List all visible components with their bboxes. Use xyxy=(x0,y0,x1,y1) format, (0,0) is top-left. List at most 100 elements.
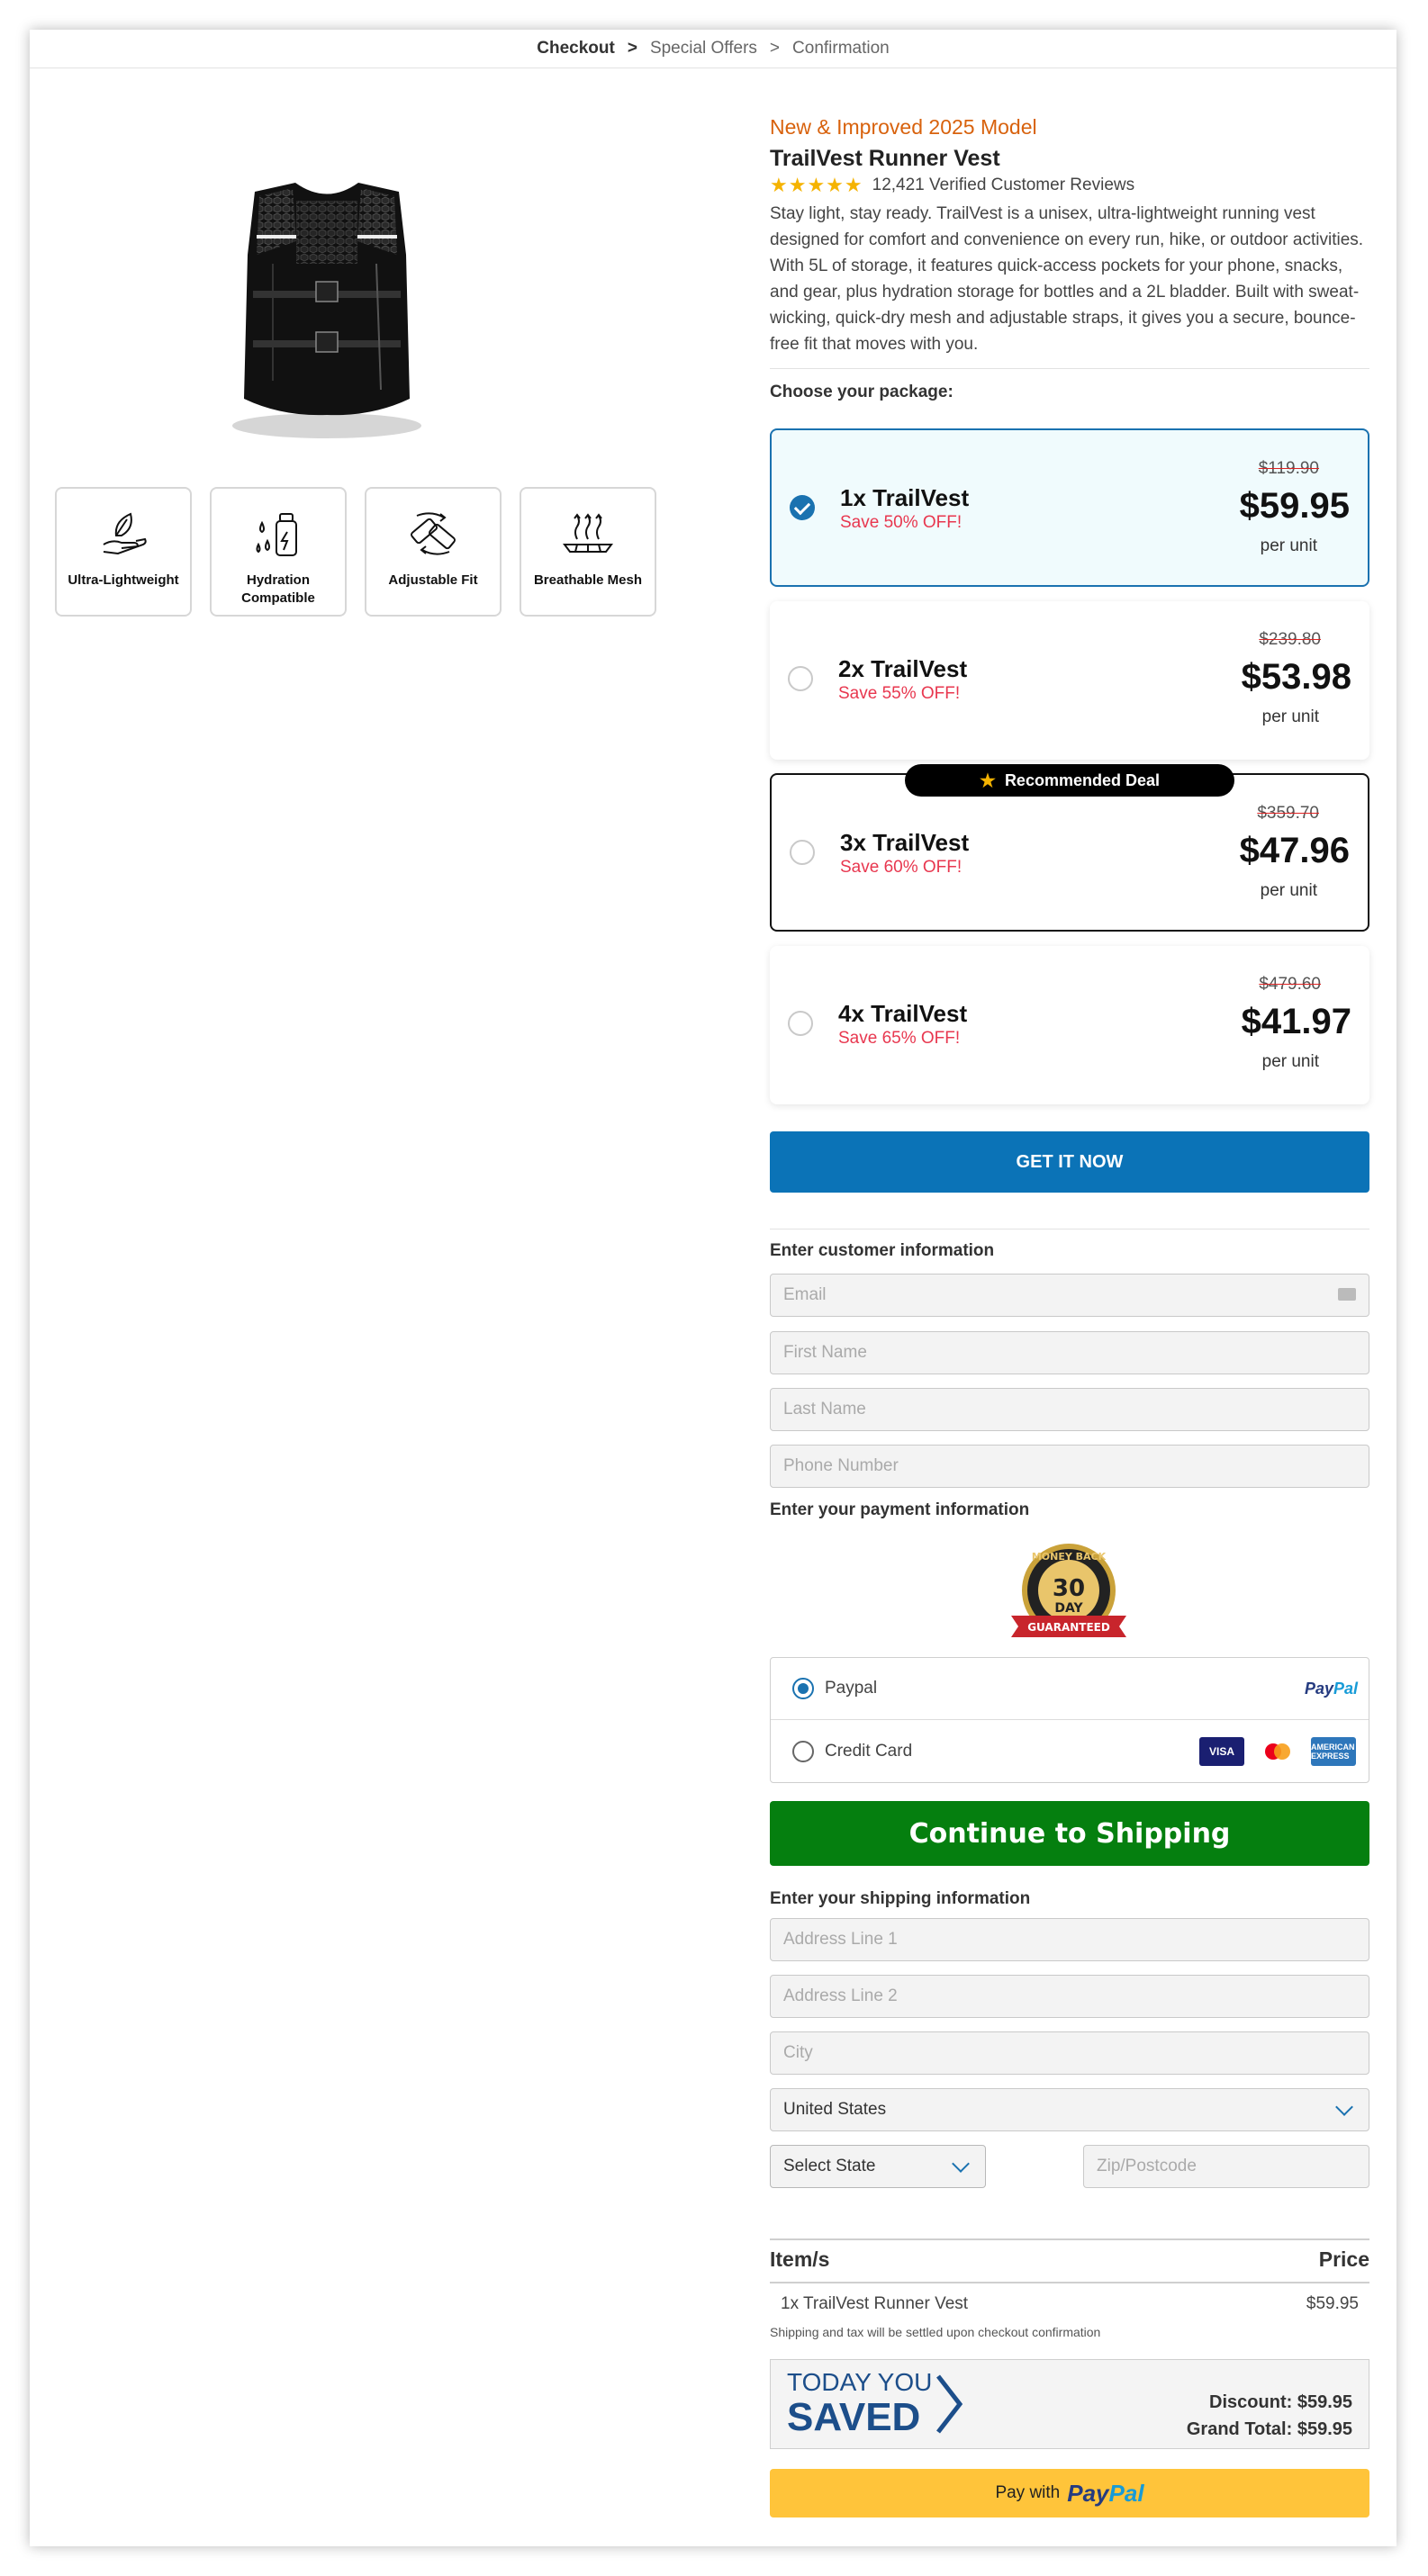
choose-package-label: Choose your package: xyxy=(770,383,954,401)
package-discount: Save 55% OFF! xyxy=(838,684,961,703)
feature-adjustable-fit: Adjustable Fit xyxy=(365,487,502,617)
today-you-label: TODAY YOU xyxy=(787,2368,933,2396)
credit-card-label: Credit Card xyxy=(825,1742,913,1761)
city-field[interactable]: City xyxy=(770,2031,1369,2075)
paypal-label: Paypal xyxy=(825,1679,878,1698)
amex-icon: AMERICAN EXPRESS xyxy=(1311,1737,1356,1766)
package-option-1x[interactable]: 1x TrailVest Save 50% OFF! $119.90 $59.9… xyxy=(770,428,1369,587)
package-option-3x[interactable]: ★ Recommended Deal 3x TrailVest Save 60%… xyxy=(770,764,1369,932)
breadcrumb: Checkout > Special Offers > Confirmation xyxy=(30,30,1396,68)
payment-info-heading: Enter your payment information xyxy=(770,1500,1030,1519)
package-discount: Save 65% OFF! xyxy=(838,1029,961,1048)
line-item-price: $59.95 xyxy=(1306,2294,1359,2313)
credit-card-radio[interactable] xyxy=(792,1741,814,1762)
product-image xyxy=(232,183,421,438)
product-title: TrailVest Runner Vest xyxy=(770,146,1000,171)
email-field[interactable]: Email xyxy=(770,1274,1369,1317)
product-description: Stay light, stay ready. TrailVest is a u… xyxy=(770,204,1364,354)
paypal-logo-pal: Pal xyxy=(1108,2479,1144,2507)
package-old-price: $239.80 xyxy=(1259,630,1321,649)
email-placeholder: Email xyxy=(783,1285,827,1304)
breadcrumb-special-offers[interactable]: Special Offers xyxy=(650,39,757,59)
package-discount: Save 60% OFF! xyxy=(840,858,963,877)
pay-with-label: Pay with xyxy=(995,2483,1061,2502)
items-column-header: Item/s xyxy=(770,2247,830,2271)
package-name: 1x TrailVest xyxy=(840,484,970,511)
paypal-logo-icon: PayPal xyxy=(1067,2480,1143,2508)
paypal-logo-pal: Pal xyxy=(1333,1679,1358,1698)
country-select[interactable]: United States xyxy=(770,2088,1369,2131)
package-per-unit: per unit xyxy=(1261,707,1319,726)
shipping-info-heading: Enter your shipping information xyxy=(770,1889,1031,1908)
card-logos: VISA AMERICAN EXPRESS xyxy=(1199,1737,1356,1766)
feature-label: Hydration Compatible xyxy=(241,572,315,606)
customer-info-heading: Enter customer information xyxy=(770,1241,995,1260)
mastercard-icon xyxy=(1255,1737,1300,1766)
address-line-1-placeholder: Address Line 1 xyxy=(783,1930,898,1949)
package-name: 4x TrailVest xyxy=(838,1000,968,1027)
grand-total: Grand Total: $59.95 xyxy=(1186,2419,1352,2439)
phone-field[interactable]: Phone Number xyxy=(770,1445,1369,1488)
payment-method-box: Paypal PayPal Credit Card VISA AMERICAN … xyxy=(770,1657,1369,1783)
feature-label: Adjustable Fit xyxy=(388,572,478,588)
get-it-now-button[interactable]: GET IT NOW xyxy=(770,1131,1369,1193)
package-radio[interactable] xyxy=(790,840,815,865)
address-line-1-field[interactable]: Address Line 1 xyxy=(770,1918,1369,1961)
zip-placeholder: Zip/Postcode xyxy=(1097,2157,1197,2175)
recommended-deal-badge: ★ Recommended Deal xyxy=(905,764,1234,797)
divider xyxy=(770,2282,1369,2283)
feature-list: Ultra-Lightweight Hydration Compatible A… xyxy=(55,487,656,617)
last-name-field[interactable]: Last Name xyxy=(770,1388,1369,1431)
rating-stars-icon: ★★★★★ xyxy=(770,174,863,196)
chevron-down-icon xyxy=(952,2155,970,2173)
water-bottle-icon xyxy=(256,513,297,556)
savings-summary: TODAY YOU SAVED Discount: $59.95 Grand T… xyxy=(770,2359,1369,2449)
pay-with-paypal-button[interactable]: Pay with PayPal xyxy=(770,2469,1369,2517)
feature-label: Breathable Mesh xyxy=(533,572,643,588)
selected-check-icon[interactable] xyxy=(790,495,815,520)
divider xyxy=(770,2238,1369,2240)
package-name: 2x TrailVest xyxy=(838,655,968,682)
breadcrumb-separator: > xyxy=(627,39,637,58)
breathable-mesh-icon xyxy=(563,513,613,553)
package-price: $41.97 xyxy=(1241,1002,1351,1041)
payment-option-credit-card[interactable]: Credit Card VISA AMERICAN EXPRESS xyxy=(771,1721,1369,1782)
package-per-unit: per unit xyxy=(1261,1052,1319,1071)
continue-to-shipping-button[interactable]: Continue to Shipping xyxy=(770,1801,1369,1866)
line-item-name: 1x TrailVest Runner Vest xyxy=(781,2294,969,2313)
star-icon: ★ xyxy=(980,770,996,791)
package-price: $47.96 xyxy=(1239,831,1350,870)
badge-number: 30 xyxy=(1053,1575,1085,1602)
order-line-item: 1x TrailVest Runner Vest $59.95 xyxy=(781,2294,1359,2314)
badge-ribbon-text: GUARANTEED xyxy=(1027,1621,1110,1634)
last-name-placeholder: Last Name xyxy=(783,1400,866,1419)
adjust-straps-icon xyxy=(411,512,456,555)
envelope-icon xyxy=(1338,1288,1356,1301)
package-option-2x[interactable]: 2x TrailVest Save 55% OFF! $239.80 $53.9… xyxy=(770,601,1369,760)
state-value: Select State xyxy=(783,2157,876,2175)
package-radio[interactable] xyxy=(788,666,813,691)
divider xyxy=(770,368,1369,369)
badge-label: Recommended Deal xyxy=(1004,770,1160,789)
package-old-price: $359.70 xyxy=(1257,804,1319,823)
package-name: 3x TrailVest xyxy=(840,829,970,856)
breadcrumb-confirmation[interactable]: Confirmation xyxy=(792,39,890,59)
first-name-field[interactable]: First Name xyxy=(770,1331,1369,1374)
country-value: United States xyxy=(783,2100,887,2119)
product-rating: ★★★★★ 12,421 Verified Customer Reviews xyxy=(770,174,1134,197)
package-price: $53.98 xyxy=(1241,657,1351,697)
address-line-2-field[interactable]: Address Line 2 xyxy=(770,1975,1369,2018)
city-placeholder: City xyxy=(783,2043,813,2062)
package-radio[interactable] xyxy=(788,1011,813,1036)
package-price: $59.95 xyxy=(1239,486,1350,526)
package-per-unit: per unit xyxy=(1260,536,1317,555)
package-per-unit: per unit xyxy=(1260,881,1317,900)
zip-field[interactable]: Zip/Postcode xyxy=(1083,2145,1369,2188)
package-option-4x[interactable]: 4x TrailVest Save 65% OFF! $479.60 $41.9… xyxy=(770,946,1369,1104)
payment-option-paypal[interactable]: Paypal PayPal xyxy=(771,1658,1369,1720)
paypal-radio[interactable] xyxy=(792,1678,814,1699)
price-column-header: Price xyxy=(1318,2247,1369,2271)
package-discount: Save 50% OFF! xyxy=(840,513,963,532)
state-select[interactable]: Select State xyxy=(770,2145,986,2188)
breadcrumb-checkout[interactable]: Checkout xyxy=(537,39,615,59)
